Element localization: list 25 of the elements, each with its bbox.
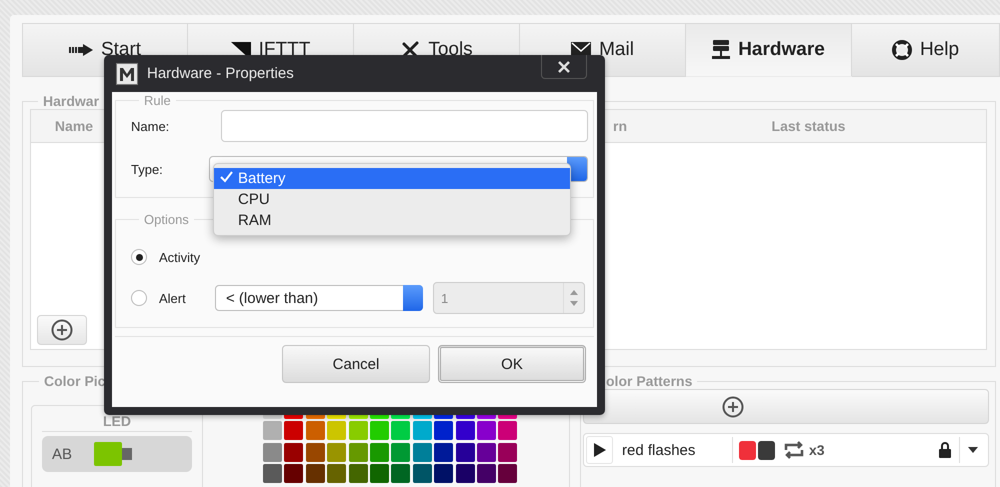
column-header: Name: [54, 118, 94, 134]
menu-item[interactable]: Battery: [214, 168, 570, 189]
group-legend: Options: [139, 212, 194, 227]
led-label: AB: [52, 446, 72, 462]
menu-item[interactable]: CPU: [214, 189, 570, 210]
field-label: Type:: [131, 162, 164, 176]
tab[interactable]: Hardware: [686, 23, 852, 77]
group-legend: Hardwar: [38, 93, 104, 109]
group-legend: Rule: [139, 93, 176, 108]
repeat-count: x3: [809, 442, 825, 458]
radio-label: Alert: [159, 290, 187, 306]
menu-item[interactable]: RAM: [214, 210, 570, 231]
tab[interactable]: Help: [852, 23, 1000, 77]
group-legend: Color Pic: [39, 373, 110, 389]
column-header: Last status: [770, 118, 846, 134]
dialog-button[interactable]: Cancel: [282, 345, 430, 383]
led-row[interactable]: AB: [42, 436, 192, 472]
field-label: Name:: [131, 118, 170, 134]
pattern-name: red flashes: [622, 442, 696, 458]
dialog-button[interactable]: OK: [438, 345, 586, 383]
comparator-select[interactable]: < (lower than): [215, 285, 423, 311]
column-header: rn: [613, 118, 627, 134]
group-legend: olor Patterns: [601, 373, 698, 389]
list-header: LED: [103, 413, 131, 429]
radio-label: Activity: [159, 250, 202, 264]
